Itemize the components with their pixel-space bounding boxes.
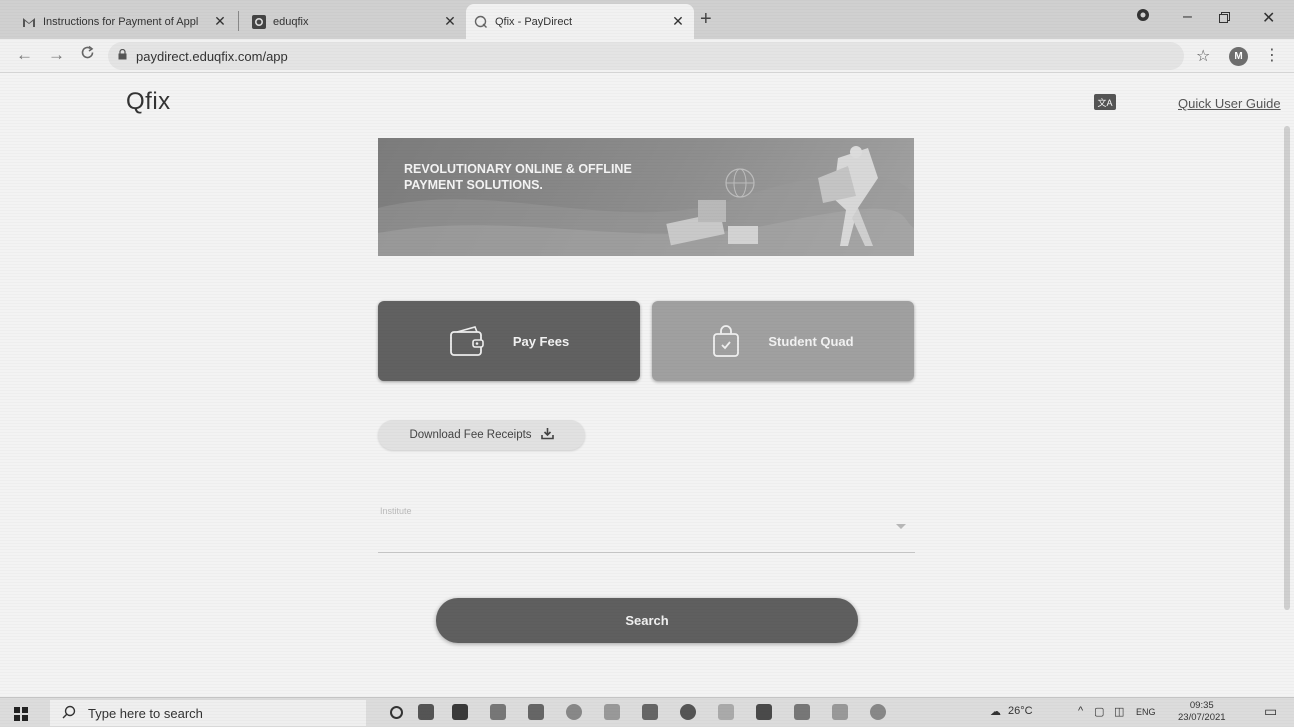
- banner-illustration: [378, 146, 914, 256]
- close-tab-icon[interactable]: ✕: [670, 13, 686, 30]
- forward-arrow-icon[interactable]: →: [48, 45, 65, 65]
- weather-icon[interactable]: ☁: [990, 705, 1001, 718]
- search-button-label: Search: [625, 613, 669, 628]
- lock-icon: [118, 48, 127, 63]
- tab-divider: [238, 11, 239, 31]
- document-app-icon[interactable]: [832, 704, 848, 720]
- banner-line-1: REVOLUTIONARY ONLINE & OFFLINE: [404, 162, 632, 176]
- page-scrollbar[interactable]: [1284, 126, 1290, 610]
- language-translate-icon[interactable]: 文A: [1094, 94, 1116, 110]
- app-icon[interactable]: [528, 704, 544, 720]
- help-app-icon[interactable]: [870, 704, 886, 720]
- browser-tab-eduqfix[interactable]: eduqfix ✕: [244, 4, 466, 39]
- network-app-icon[interactable]: [604, 704, 620, 720]
- banner-headline: REVOLUTIONARY ONLINE & OFFLINE PAYMENT S…: [404, 161, 632, 193]
- close-tab-icon[interactable]: ✕: [212, 13, 228, 30]
- logo-text: Qfix: [126, 88, 171, 115]
- shopping-bag-icon: [713, 325, 740, 357]
- browser-toolbar: ← → paydirect.eduqfix.com/app ☆ M ⋮: [0, 39, 1294, 73]
- edge-icon[interactable]: [566, 704, 582, 720]
- address-bar[interactable]: paydirect.eduqfix.com/app: [108, 42, 1184, 70]
- browser-tab-qfix-paydirect[interactable]: Qfix - PayDirect ✕: [466, 4, 694, 39]
- wallet-icon: [449, 326, 484, 356]
- url-text: paydirect.eduqfix.com/app: [136, 48, 288, 64]
- word-icon[interactable]: [490, 704, 506, 720]
- clock-date: 23/07/2021: [1178, 712, 1226, 723]
- browser-menu-icon[interactable]: ⋮: [1264, 45, 1280, 65]
- browser-tab-strip: Instructions for Payment of Appl ✕ eduqf…: [0, 0, 1294, 39]
- reload-icon[interactable]: [80, 45, 95, 65]
- banner-line-2: PAYMENT SOLUTIONS.: [404, 178, 543, 192]
- system-clock[interactable]: 09:35 23/07/2021: [1178, 700, 1226, 724]
- battery-icon[interactable]: ▢: [1094, 705, 1104, 718]
- network-icon[interactable]: ◫: [1114, 705, 1124, 718]
- profile-avatar[interactable]: M: [1229, 47, 1248, 66]
- restore-window-icon[interactable]: [1219, 10, 1230, 28]
- new-tab-plus-icon[interactable]: +: [700, 8, 712, 31]
- back-arrow-icon[interactable]: ←: [16, 45, 33, 65]
- mail-app-icon[interactable]: [794, 704, 810, 720]
- minimize-window-icon[interactable]: –: [1183, 8, 1192, 26]
- language-indicator[interactable]: ENG: [1136, 707, 1156, 717]
- bookmark-star-icon[interactable]: ☆: [1196, 46, 1210, 66]
- notifications-icon[interactable]: ▭: [1264, 703, 1277, 720]
- tab-title: eduqfix: [273, 15, 309, 28]
- browser-tab-gmail[interactable]: Instructions for Payment of Appl ✕: [14, 4, 236, 39]
- download-fee-receipts-label: Download Fee Receipts: [409, 429, 532, 441]
- close-window-icon[interactable]: ✕: [1262, 8, 1275, 28]
- close-tab-icon[interactable]: ✕: [442, 13, 458, 30]
- qfix-logo[interactable]: Qfix: [126, 88, 171, 116]
- store-icon[interactable]: [452, 704, 468, 720]
- extension-record-icon[interactable]: [1136, 8, 1150, 27]
- promo-banner: REVOLUTIONARY ONLINE & OFFLINE PAYMENT S…: [378, 138, 914, 256]
- dropdown-caret-icon[interactable]: [896, 524, 906, 529]
- taskbar-search-box[interactable]: Type here to search: [50, 700, 366, 726]
- pay-fees-button[interactable]: Pay Fees: [378, 301, 640, 381]
- student-quad-button[interactable]: Student Quad: [652, 301, 914, 381]
- notepad-icon[interactable]: [718, 704, 734, 720]
- search-icon: [62, 705, 76, 722]
- windows-taskbar: Type here to search ☁ 26°C ^ ▢ ◫ ENG 09:…: [0, 697, 1294, 727]
- gmail-icon: [22, 15, 36, 29]
- taskbar-search-placeholder: Type here to search: [88, 705, 203, 721]
- clock-time: 09:35: [1189, 700, 1214, 711]
- tab-title: Instructions for Payment of Appl: [43, 15, 199, 28]
- temperature-text[interactable]: 26°C: [1008, 705, 1033, 717]
- eduqfix-favicon: [252, 14, 266, 29]
- student-quad-label: Student Quad: [768, 333, 854, 349]
- pay-fees-label: Pay Fees: [512, 333, 570, 349]
- qfix-favicon: [474, 15, 488, 29]
- download-icon: [540, 427, 554, 443]
- tab-title: Qfix - PayDirect: [495, 15, 573, 28]
- show-hidden-icons-chevron-icon[interactable]: ^: [1078, 705, 1083, 717]
- excel-icon[interactable]: [642, 704, 658, 720]
- search-button[interactable]: Search: [436, 598, 858, 643]
- institute-select[interactable]: [378, 552, 915, 553]
- download-fee-receipts-button[interactable]: Download Fee Receipts: [378, 420, 585, 450]
- task-view-icon[interactable]: [418, 704, 434, 720]
- media-app-icon[interactable]: [756, 704, 772, 720]
- windows-start-icon[interactable]: [14, 707, 28, 726]
- chrome-icon[interactable]: [680, 704, 696, 720]
- institute-field-label: Institute: [380, 506, 412, 516]
- quick-user-guide-link[interactable]: Quick User Guide: [1178, 96, 1281, 111]
- cortana-icon[interactable]: [390, 706, 403, 719]
